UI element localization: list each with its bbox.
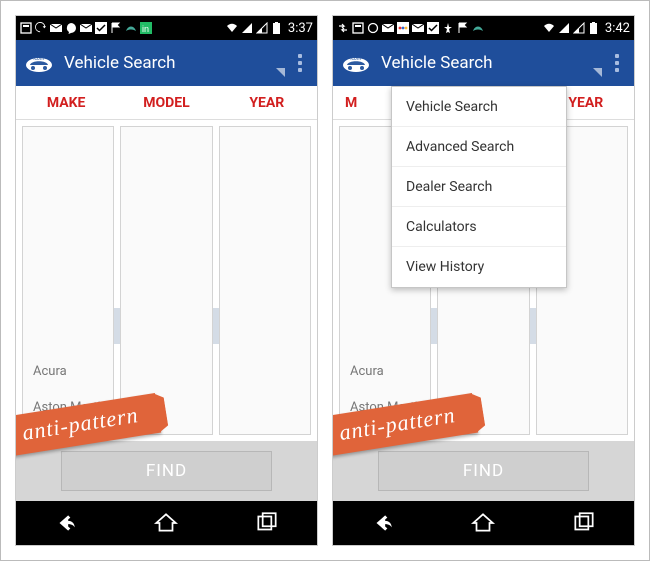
signal-icon xyxy=(558,22,570,34)
sync-icon xyxy=(367,22,379,34)
find-row: FIND xyxy=(333,441,634,501)
dropdown-item-vehicle-search[interactable]: Vehicle Search xyxy=(392,87,566,127)
tab-model[interactable]: MODEL xyxy=(116,95,216,111)
linkedin-icon: in xyxy=(140,22,152,34)
check-icon xyxy=(427,22,439,34)
spinner-indicator-icon xyxy=(593,68,602,77)
tabs-row: MAKE MODEL YEAR xyxy=(16,86,317,120)
app-title[interactable]: Vehicle Search xyxy=(64,53,281,73)
wifi-icon xyxy=(226,22,238,34)
find-button[interactable]: FIND xyxy=(61,451,272,491)
home-icon[interactable] xyxy=(146,508,186,538)
app-title-text: Vehicle Search xyxy=(381,53,492,73)
back-icon[interactable] xyxy=(46,508,86,538)
battery-icon xyxy=(588,22,600,34)
picker-make-item[interactable]: Acura xyxy=(340,353,430,389)
tab-make[interactable]: MAKE xyxy=(16,95,116,111)
sync-icon xyxy=(35,22,47,34)
find-button[interactable]: FIND xyxy=(378,451,589,491)
svg-text:.com: .com xyxy=(33,56,45,62)
svg-text:.com: .com xyxy=(350,56,362,62)
svg-text:in: in xyxy=(142,24,149,34)
mail-icon-2 xyxy=(80,22,92,34)
flag-icon xyxy=(110,22,122,34)
status-bar: in 3:37 xyxy=(16,16,317,40)
dropdown-item-calculators[interactable]: Calculators xyxy=(392,207,566,247)
app-logo-icon: .com xyxy=(24,51,54,75)
nav-bar xyxy=(333,501,634,545)
signal-icon-2 xyxy=(256,22,268,34)
battery-icon xyxy=(271,22,283,34)
find-row: FIND xyxy=(16,441,317,501)
tab-icon xyxy=(20,22,32,34)
overflow-menu-icon[interactable] xyxy=(291,54,309,72)
tab-icon xyxy=(352,22,364,34)
status-clock: 3:37 xyxy=(288,21,313,36)
ebay-icon xyxy=(397,22,409,34)
check-icon xyxy=(95,22,107,34)
app-bar: .com Vehicle Search xyxy=(333,40,634,86)
recents-icon[interactable] xyxy=(247,508,287,538)
picker-make-column[interactable]: Acura Aston Martin xyxy=(22,126,114,435)
recents-icon[interactable] xyxy=(564,508,604,538)
picker-make-item[interactable]: Acura xyxy=(23,353,113,389)
app-logo-icon: .com xyxy=(341,51,371,75)
phone-left: in 3:37 .com Vehicle Search MAKE MODEL Y… xyxy=(15,15,318,546)
back-icon[interactable] xyxy=(363,508,403,538)
app-title-text: Vehicle Search xyxy=(64,53,175,73)
wifi-icon xyxy=(543,22,555,34)
mail-icon xyxy=(382,22,394,34)
pin-icon xyxy=(442,22,454,34)
signal-icon xyxy=(241,22,253,34)
signal-icon-2 xyxy=(573,22,585,34)
tab-year[interactable]: YEAR xyxy=(217,95,317,111)
nav-bar xyxy=(16,501,317,545)
status-bar: 3:42 xyxy=(333,16,634,40)
picker-model-column[interactable] xyxy=(120,126,212,435)
home-icon[interactable] xyxy=(463,508,503,538)
dropdown-item-view-history[interactable]: View History xyxy=(392,247,566,287)
status-clock: 3:42 xyxy=(605,21,630,36)
arrows-icon xyxy=(337,22,349,34)
gator-icon xyxy=(472,22,484,34)
flag-icon xyxy=(457,22,469,34)
dropdown-item-advanced-search[interactable]: Advanced Search xyxy=(392,127,566,167)
pickers-area: Acura Aston Martin xyxy=(16,120,317,441)
app-bar: .com Vehicle Search xyxy=(16,40,317,86)
mail-icon xyxy=(50,22,62,34)
dropdown-item-dealer-search[interactable]: Dealer Search xyxy=(392,167,566,207)
overflow-menu-icon[interactable] xyxy=(608,54,626,72)
title-dropdown-menu: Vehicle Search Advanced Search Dealer Se… xyxy=(391,86,567,288)
phone-right: 3:42 .com Vehicle Search M MODEL YEAR Ac… xyxy=(332,15,635,546)
hangouts-icon xyxy=(65,22,77,34)
spinner-indicator-icon xyxy=(276,68,285,77)
app-title[interactable]: Vehicle Search xyxy=(381,53,598,73)
gator-icon xyxy=(125,22,137,34)
mail-icon-2 xyxy=(412,22,424,34)
picker-year-column[interactable] xyxy=(219,126,311,435)
